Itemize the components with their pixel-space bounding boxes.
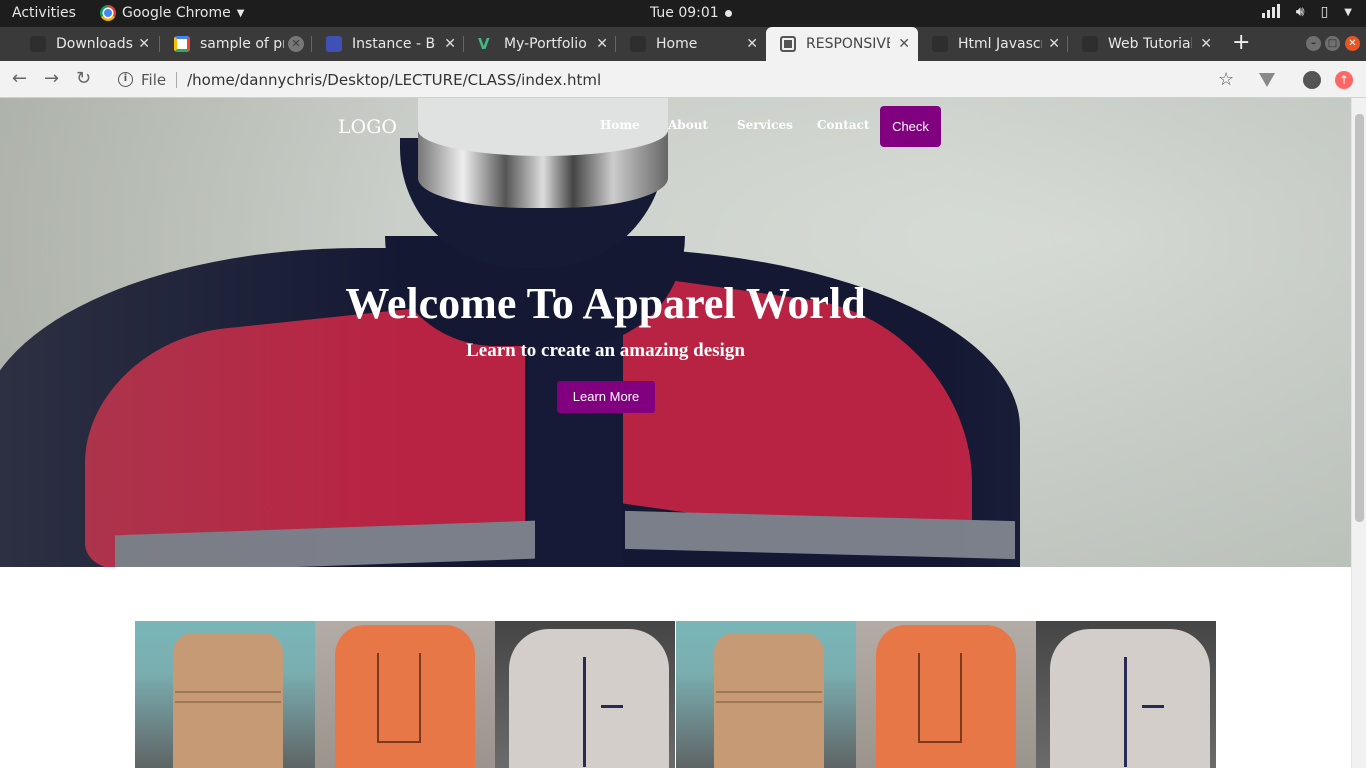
address-scheme: File bbox=[141, 70, 167, 89]
bootstrap-icon bbox=[326, 36, 342, 52]
activities-button[interactable]: Activities bbox=[12, 5, 76, 21]
shirt-placket bbox=[1124, 657, 1127, 767]
close-icon[interactable]: ✕ bbox=[1048, 36, 1060, 52]
network-signal-icon bbox=[1261, 4, 1280, 18]
tab-title: sample of pr bbox=[200, 36, 284, 52]
page-scrollbar[interactable] bbox=[1351, 98, 1366, 768]
gallery-image-orange-shirt[interactable] bbox=[856, 621, 1036, 768]
shirt-yoke bbox=[377, 653, 421, 743]
site-logo[interactable]: LOGO bbox=[338, 116, 397, 138]
back-arrow-icon[interactable]: ← bbox=[12, 68, 27, 89]
shirt-pocket bbox=[1142, 705, 1164, 708]
close-icon[interactable]: ✕ bbox=[138, 36, 150, 52]
shirt-shape bbox=[1050, 629, 1210, 768]
tab-title: Html Javascr bbox=[958, 36, 1042, 52]
nav-link-about[interactable]: About bbox=[668, 118, 708, 132]
clock-label: Tue 09:01 bbox=[650, 5, 719, 21]
clock[interactable]: Tue 09:01 bbox=[650, 5, 732, 21]
gallery-image-grey-shirt[interactable] bbox=[495, 621, 675, 768]
tab-title: Instance - Bo bbox=[352, 36, 436, 52]
address-url[interactable]: /home/dannychris/Desktop/LECTURE/CLASS/i… bbox=[187, 71, 601, 89]
blank-icon bbox=[932, 36, 948, 52]
volume-icon: 🔊︎ bbox=[1295, 4, 1305, 20]
profile-avatar-icon[interactable] bbox=[1303, 71, 1321, 89]
hero-shading bbox=[0, 98, 1351, 567]
tab-home[interactable]: Home ✕ bbox=[616, 27, 766, 61]
google-icon bbox=[174, 36, 190, 52]
tab-instance[interactable]: Instance - Bo ✕ bbox=[312, 27, 464, 61]
nav-link-contact[interactable]: Contact bbox=[817, 118, 869, 132]
hero-section: LOGO Home About Services Contact Check W… bbox=[0, 98, 1351, 567]
tab-responsive[interactable]: RESPONSIVE ✕ bbox=[766, 27, 918, 61]
bookmark-star-icon[interactable]: ☆ bbox=[1218, 69, 1234, 90]
tab-title: Home bbox=[656, 36, 698, 52]
blank-icon bbox=[1082, 36, 1098, 52]
hero-subtitle: Learn to create an amazing design bbox=[466, 340, 745, 361]
gallery-image-orange-shirt[interactable] bbox=[315, 621, 495, 768]
address-bar[interactable]: i File /home/dannychris/Desktop/LECTURE/… bbox=[108, 65, 1248, 94]
shirt-seam bbox=[175, 691, 281, 693]
tab-title: RESPONSIVE bbox=[806, 36, 890, 52]
tab-my-portfolio[interactable]: V My-Portfolio ✕ bbox=[464, 27, 616, 61]
reload-icon[interactable]: ↻ bbox=[76, 68, 91, 89]
app-menu[interactable]: Google Chrome ▼ bbox=[100, 5, 244, 21]
address-divider bbox=[176, 71, 178, 88]
shirt-seam bbox=[175, 701, 281, 703]
tab-web-tutorial[interactable]: Web Tutorial ✕ bbox=[1068, 27, 1220, 61]
blank-icon bbox=[630, 36, 646, 52]
update-arrow-icon[interactable]: ↑ bbox=[1335, 71, 1353, 89]
gallery-image-tan-shirt[interactable] bbox=[135, 621, 315, 768]
shirt-seam bbox=[716, 701, 822, 703]
shirt-pocket bbox=[601, 705, 623, 708]
chrome-icon bbox=[100, 5, 116, 21]
shirt-seam bbox=[716, 691, 822, 693]
system-menu-chevron-icon: ▼ bbox=[1344, 7, 1352, 18]
new-tab-plus-icon[interactable]: + bbox=[1232, 30, 1250, 56]
tab-title: Web Tutorial bbox=[1108, 36, 1192, 52]
app-menu-label: Google Chrome bbox=[122, 5, 231, 21]
page-viewport: LOGO Home About Services Contact Check W… bbox=[0, 98, 1351, 768]
gallery-image-tan-shirt[interactable] bbox=[676, 621, 856, 768]
maximize-window-icon[interactable]: □ bbox=[1325, 36, 1340, 51]
shirt-yoke bbox=[918, 653, 962, 743]
tab-title: My-Portfolio bbox=[504, 36, 587, 52]
info-icon[interactable]: i bbox=[118, 72, 133, 87]
browser-toolbar: ← → ↻ i File /home/dannychris/Desktop/LE… bbox=[0, 61, 1366, 98]
shirt-placket bbox=[583, 657, 586, 767]
product-gallery bbox=[135, 621, 1216, 768]
close-icon[interactable]: ✕ bbox=[288, 36, 304, 52]
close-icon[interactable]: ✕ bbox=[596, 36, 608, 52]
battery-icon: ▯ bbox=[1320, 4, 1329, 20]
tab-title: Downloads bbox=[56, 36, 133, 52]
nav-link-services[interactable]: Services bbox=[737, 118, 793, 132]
close-window-icon[interactable]: ✕ bbox=[1345, 36, 1360, 51]
close-icon[interactable]: ✕ bbox=[898, 36, 910, 52]
gallery-image-grey-shirt[interactable] bbox=[1036, 621, 1216, 768]
tab-sample[interactable]: sample of pr ✕ bbox=[160, 27, 312, 61]
extension-icon[interactable] bbox=[1259, 73, 1275, 87]
system-top-bar: Activities Google Chrome ▼ Tue 09:01 🔊︎ … bbox=[0, 0, 1366, 27]
chevron-down-icon: ▼ bbox=[236, 7, 245, 19]
nav-link-home[interactable]: Home bbox=[600, 118, 640, 132]
minimize-window-icon[interactable]: – bbox=[1306, 36, 1321, 51]
close-icon[interactable]: ✕ bbox=[444, 36, 456, 52]
close-icon[interactable]: ✕ bbox=[1200, 36, 1212, 52]
learn-more-button[interactable]: Learn More bbox=[557, 381, 655, 413]
shirt-shape bbox=[509, 629, 669, 768]
site-navbar: LOGO Home About Services Contact Check bbox=[0, 98, 1351, 158]
tab-strip: Downloads ✕ sample of pr ✕ Instance - Bo… bbox=[0, 27, 1366, 61]
forward-arrow-icon[interactable]: → bbox=[44, 68, 59, 89]
tab-html-javascript[interactable]: Html Javascr ✕ bbox=[918, 27, 1068, 61]
globe-icon bbox=[780, 36, 796, 52]
hero-title: Welcome To Apparel World bbox=[345, 279, 866, 328]
tab-downloads[interactable]: Downloads ✕ bbox=[16, 27, 160, 61]
close-icon[interactable]: ✕ bbox=[746, 36, 758, 52]
system-tray[interactable]: 🔊︎ ▯ ▼ bbox=[1261, 4, 1352, 22]
check-button[interactable]: Check bbox=[880, 106, 941, 147]
notification-dot-icon bbox=[724, 9, 732, 17]
blank-icon bbox=[30, 36, 46, 52]
vue-icon: V bbox=[478, 35, 490, 53]
scrollbar-thumb[interactable] bbox=[1355, 114, 1364, 522]
